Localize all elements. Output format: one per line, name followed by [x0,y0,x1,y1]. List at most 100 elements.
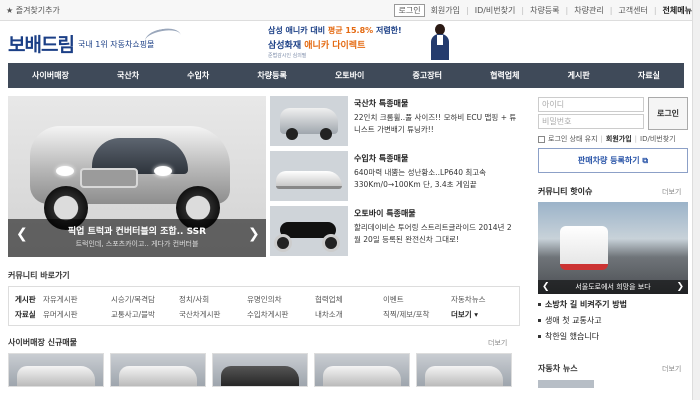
featured-title[interactable]: 국산차 특종매물 [354,98,408,109]
add-favorite-link[interactable]: ★ 즐겨찾기추가 [6,5,60,16]
community-link[interactable]: 수입차게시판 [247,309,315,320]
hot-issue-item[interactable]: 착한일 했습니다 [538,331,599,342]
hot-next-icon[interactable]: ❯ [676,282,684,292]
nav-item-board[interactable]: 게시판 [544,63,614,88]
featured-item-motorcycle[interactable]: 오토바이 특종매물 할리데이비슨 투어링 스트리트글라이드 2014년 2월 2… [270,206,518,259]
nav-item-motorcycle[interactable]: 오토바이 [311,63,389,88]
featured-item-import[interactable]: 수입차 특종매물 640마력 내뿜는 성난황소..LP640 최고속 330Km… [270,151,518,204]
hero-slider[interactable]: 픽업 트럭과 컨버터블의 조합.. SSR 트럭인데, 스포츠카이고.. 게다가… [8,96,266,257]
community-link[interactable]: 내차소개 [315,309,383,320]
hot-prev-icon[interactable]: ❮ [542,282,550,292]
community-link[interactable]: 자동차뉴스 [451,294,511,305]
external-link-icon: ⧉ [642,156,649,165]
nav-item-register[interactable]: 차량등록 [233,63,311,88]
main-nav: 사이버매장 국산차 수입차 차량등록 오토바이 중고장터 협력업체 게시판 자료… [8,63,684,88]
new-listing-thumb[interactable] [212,353,308,387]
hot-issue-item[interactable]: 소방차 길 비켜주기 방법 [538,299,627,310]
page-scrollbar[interactable] [692,0,700,400]
hero-car-light [154,166,172,176]
hero-prev-icon[interactable]: ❮ [16,226,28,242]
community-row-label: 게시판 [15,295,36,304]
hot-issue-more-link[interactable]: 더보기 [662,187,681,197]
featured-title[interactable]: 수입차 특종매물 [354,153,408,164]
find-account-link[interactable]: ID/비번찾기 [640,134,676,144]
community-link[interactable]: 이벤트 [383,294,451,305]
banner-line1: 삼성 애니카 대비 평균 15.8% 저렴한! [268,26,402,35]
login-link[interactable]: 로그인 [394,4,425,17]
new-listing-thumb[interactable] [110,353,206,387]
banner-model-image [428,22,452,60]
community-link[interactable]: 유명인의차 [247,294,315,305]
car-news-more-link[interactable]: 더보기 [662,364,681,374]
nav-item-import[interactable]: 수입차 [163,63,233,88]
community-row-archive: 자료실 유머게시판 교통사고/블박 국산차게시판 수입차게시판 내차소개 직찍/… [15,309,511,320]
hero-subtitle: 트럭인데, 스포츠카이고.. 게다가 컨버터블 [75,240,199,248]
join-link[interactable]: 회원가입 [431,5,460,16]
nav-item-domestic[interactable]: 국산차 [93,63,163,88]
new-listings-title: 사이버매장 신규매물 [8,338,78,347]
community-link[interactable]: 시승기/목격담 [111,294,179,305]
community-row-board: 게시판 자유게시판 시승기/목격담 정치/사회 유명인의차 협력업체 이벤트 자… [15,294,511,305]
customer-center-link[interactable]: 고객센터 [618,5,647,16]
hero-car-light [56,166,74,176]
featured-desc[interactable]: 22인치 크롬휠..풀 사이즈!! 모하비 ECU 맵핑 + 튜니스트 가변배기… [354,112,518,136]
nav-item-partners[interactable]: 협력업체 [466,63,544,88]
nav-item-archive[interactable]: 자료실 [614,63,684,88]
keep-login-checkbox[interactable] [538,135,545,143]
featured-item-domestic[interactable]: 국산차 특종매물 22인치 크롬휠..풀 사이즈!! 모하비 ECU 맵핑 + … [270,96,518,149]
header: 보배드림 국내 1위 자동차쇼핑몰 삼성 애니카 대비 평균 15.8% 저렴한… [0,21,700,63]
hero-car-grille [80,168,138,188]
login-button[interactable]: 로그인 [648,97,688,130]
car-news-thumb[interactable] [538,380,594,388]
banner-line2: 삼성화재 애니카 다이렉트 [268,41,366,51]
hero-caption: 픽업 트럭과 컨버터블의 조합.. SSR 트럭인데, 스포츠카이고.. 게다가… [8,219,266,257]
banner-subtext: 준법감시인 심의필 [268,53,307,59]
community-link[interactable]: 자유게시판 [43,294,111,305]
nav-item-cybershop[interactable]: 사이버매장 [8,63,93,88]
find-id-link[interactable]: ID/비번찾기 [475,5,516,16]
keep-login-label[interactable]: 로그인 상태 유지 [548,134,598,144]
new-listing-thumb[interactable] [416,353,512,387]
car-manage-link[interactable]: 차량관리 [574,5,603,16]
site-logo[interactable]: 보배드림 [8,30,75,57]
hot-issue-title: 커뮤니티 핫이슈 [538,187,593,196]
featured-title[interactable]: 오토바이 특종매물 [354,208,416,219]
ad-banner[interactable]: 삼성 애니카 대비 평균 15.8% 저렴한! 삼성화재 애니카 다이렉트 준법… [264,22,454,60]
hot-issue-item[interactable]: 생애 첫 교통사고 [538,315,602,326]
hot-issue-caption[interactable]: 서울도로에서 희망을 보다 [538,280,688,294]
top-utility-bar: ★ 즐겨찾기추가 로그인 회원가입 | ID/비번찾기 | 차량등록 | 차량관리 | … [0,0,700,21]
community-more-link[interactable]: 더보기 ▾ [451,309,511,320]
register-car-button[interactable]: 판매차량 등록하기 ⧉ [538,148,688,173]
community-link[interactable]: 유머게시판 [43,309,111,320]
community-shortcuts: 게시판 자유게시판 시승기/목격담 정치/사회 유명인의차 협력업체 이벤트 자… [8,286,520,326]
featured-thumb[interactable] [270,151,348,201]
hot-issue-photo[interactable]: 서울도로에서 희망을 보다 ❮ ❯ [538,202,688,294]
community-row-label: 자료실 [15,310,36,319]
new-listing-thumb[interactable] [8,353,104,387]
all-menu-link[interactable]: 전체메뉴 [663,5,692,16]
featured-thumb[interactable] [270,96,348,146]
ambulance-image [560,226,608,270]
logo-arc-icon [143,26,183,50]
login-id-input[interactable]: 아이디 [538,97,644,112]
community-link[interactable]: 협력업체 [315,294,383,305]
new-listing-thumb[interactable] [314,353,410,387]
join-link[interactable]: 회원가입 [606,134,632,144]
login-options: 로그인 상태 유지 | 회원가입 | ID/비번찾기 [538,134,676,144]
utility-links: 로그인 회원가입 | ID/비번찾기 | 차량등록 | 차량관리 | 고객센터 | 전체메… [394,4,692,17]
nav-item-market[interactable]: 중고장터 [388,63,466,88]
car-register-link[interactable]: 차량등록 [530,5,559,16]
community-link[interactable]: 교통사고/블박 [111,309,179,320]
hero-next-icon[interactable]: ❯ [248,226,260,242]
featured-thumb[interactable] [270,206,348,256]
community-title: 커뮤니티 바로가기 [8,271,70,280]
hero-title[interactable]: 픽업 트럭과 컨버터블의 조합.. SSR [8,224,266,237]
featured-desc[interactable]: 할리데이비슨 투어링 스트리트글라이드 2014년 2월 20일 등록된 완전신… [354,222,518,246]
login-password-input[interactable]: 비밀번호 [538,114,644,129]
community-link[interactable]: 정치/사회 [179,294,247,305]
featured-desc[interactable]: 640마력 내뿜는 성난황소..LP640 최고속 330Km/0→100Km … [354,167,518,191]
community-link[interactable]: 국산차게시판 [179,309,247,320]
community-link[interactable]: 직찍/제보/포착 [383,309,451,320]
new-listings-more-link[interactable]: 더보기 [488,338,507,348]
site-tagline: 국내 1위 자동차쇼핑몰 [78,40,155,49]
